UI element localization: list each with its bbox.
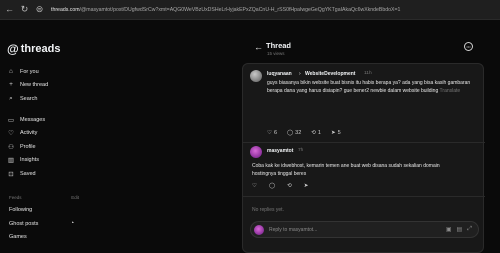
share-button[interactable]: ➤ <box>304 183 309 189</box>
sidebar-item-label: New thread <box>20 81 49 88</box>
main-content: ← Thread 15 views ••• luqyanaan › Websit… <box>90 20 500 253</box>
post-username[interactable]: luqyanaan <box>267 71 292 77</box>
sidebar-item-insights[interactable]: ▥ Insights <box>7 156 39 164</box>
insights-icon: ▥ <box>7 157 15 164</box>
expand-icon[interactable]: ⤢ <box>467 226 472 233</box>
sidebar-item-profile[interactable]: ⚇ Profile <box>7 143 36 151</box>
post-actions: ♡ 6 ◯ 32 ⟲ 1 ➤ 5 <box>267 130 341 136</box>
repost-icon: ⟲ <box>311 130 316 136</box>
sidebar-item-label: For you <box>20 68 39 75</box>
like-button[interactable]: ♡ 6 <box>267 130 277 136</box>
profile-icon: ⚇ <box>8 144 14 151</box>
url-host: threads.com <box>51 6 80 13</box>
reply-actions: ♡ ◯ ⟲ ➤ <box>252 183 308 189</box>
avatar[interactable] <box>250 70 262 82</box>
comment-count: 32 <box>295 130 302 136</box>
sidebar: @ threads ⌂ For you + New thread ⌕ Search ▭ M… <box>0 20 90 253</box>
heart-icon: ♡ <box>8 130 14 137</box>
reply-text: Coba kak ke idwebhost, kemarin temen ane… <box>252 163 440 177</box>
share-button[interactable]: ➤ 5 <box>331 130 341 136</box>
saved-icon: ⊡ <box>8 171 14 178</box>
no-replies-text: No replies yet. <box>252 207 284 213</box>
address-bar[interactable]: threads.com/@masyamtot/post/DUgfwdSrCw?x… <box>51 7 496 13</box>
sidebar-item-search[interactable]: ⌕ Search <box>7 95 37 103</box>
plus-icon: + <box>9 81 13 88</box>
share-icon: ➤ <box>330 130 336 136</box>
back-arrow-icon[interactable]: ← <box>4 4 15 15</box>
feed-ghost-posts[interactable]: Ghost posts <box>9 221 38 227</box>
page-title: Thread <box>266 41 292 50</box>
reply-box[interactable]: Reply to masyamtot... ▣ ▤ ⤢ <box>250 221 479 238</box>
reload-icon[interactable]: ↻ <box>19 4 30 15</box>
reply-username[interactable]: masyamtot <box>267 148 293 154</box>
divider <box>243 142 485 143</box>
site-info-icon[interactable]: ⊜ <box>34 4 45 15</box>
community-separator: › <box>299 71 301 77</box>
post-text: guys biasanya bikin website buat bisnis … <box>267 80 477 95</box>
reply-input[interactable]: Reply to masyamtot... <box>269 227 317 233</box>
view-count: 15 views <box>267 51 285 56</box>
back-arrow-icon[interactable]: ← <box>254 42 263 52</box>
sidebar-item-label: Insights <box>20 157 39 163</box>
sidebar-item-label: Saved <box>20 171 36 177</box>
sidebar-item-for-you[interactable]: ⌂ For you <box>7 68 39 75</box>
community-tag[interactable]: WebsiteDevelopment <box>305 71 355 77</box>
avatar <box>254 225 264 235</box>
messages-icon: ▭ <box>7 117 15 124</box>
feed-following[interactable]: Following <box>9 207 32 213</box>
repost-count: 1 <box>317 130 321 136</box>
like-button[interactable]: ♡ <box>252 183 257 189</box>
heart-icon: ♡ <box>267 130 272 136</box>
browser-toolbar: ← ↻ ⊜ threads.com/@masyamtot/post/DUgfwd… <box>0 0 500 20</box>
ghost-posts-icon[interactable]: ◔ <box>70 220 74 227</box>
sidebar-item-messages[interactable]: ▭ Messages <box>7 116 45 124</box>
reply-time: 7h <box>298 148 304 153</box>
thread-card: luqyanaan › WebsiteDevelopment 11h guys … <box>242 63 485 253</box>
logo-text: threads <box>20 43 61 55</box>
home-icon: ⌂ <box>9 68 13 75</box>
repost-button[interactable]: ⟲ 1 <box>311 130 321 136</box>
image-icon[interactable]: ▣ <box>446 226 452 233</box>
search-icon: ⌕ <box>9 95 13 102</box>
gif-icon[interactable]: ▤ <box>457 226 463 233</box>
threads-logo[interactable]: @ threads <box>7 42 60 56</box>
repost-button[interactable]: ⟲ <box>287 183 292 189</box>
post-time: 11h <box>364 71 372 76</box>
comment-button[interactable]: ◯ 32 <box>287 130 301 136</box>
sidebar-item-label: Profile <box>20 144 36 150</box>
sidebar-item-activity[interactable]: ♡ Activity <box>7 129 37 137</box>
repost-icon: ⟲ <box>287 183 292 189</box>
comment-button[interactable]: ◯ <box>269 183 275 189</box>
feed-games[interactable]: Games <box>9 234 27 240</box>
threads-logo-icon: @ <box>7 42 19 56</box>
sidebar-item-label: Activity <box>20 130 38 136</box>
share-icon: ➤ <box>303 183 309 189</box>
sidebar-item-saved[interactable]: ⊡ Saved <box>7 170 36 178</box>
like-count: 6 <box>273 130 277 136</box>
heart-icon: ♡ <box>252 183 257 189</box>
more-options-icon[interactable]: ••• <box>464 42 473 51</box>
reply-tools: ▣ ▤ ⤢ <box>446 226 472 233</box>
share-count: 5 <box>337 130 341 136</box>
comment-icon: ◯ <box>287 130 294 136</box>
divider <box>243 196 485 197</box>
feeds-edit-link[interactable]: Edit <box>71 195 79 200</box>
translate-link[interactable]: Translate <box>440 88 461 94</box>
feeds-header: Feeds Edit <box>9 195 79 200</box>
url-path: /@masyamtot/post/DUgfwdSrCw?xmt=AQG0WeVB… <box>79 6 401 13</box>
sidebar-item-label: Search <box>20 96 38 102</box>
feeds-heading: Feeds <box>9 195 22 200</box>
avatar[interactable] <box>250 146 262 158</box>
sidebar-item-label: Messages <box>20 117 46 123</box>
sidebar-item-new-thread[interactable]: + New thread <box>7 81 48 88</box>
comment-icon: ◯ <box>268 183 276 189</box>
